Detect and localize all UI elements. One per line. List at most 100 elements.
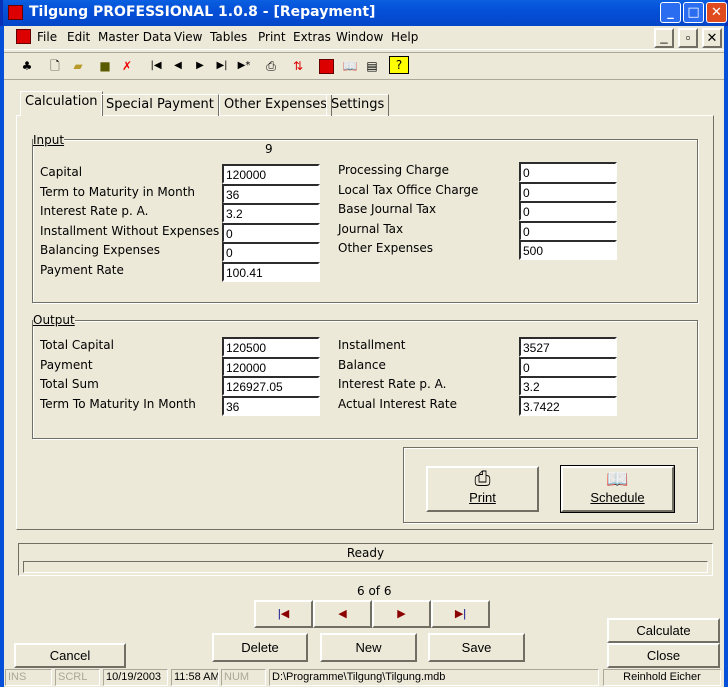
close-button[interactable]: Close	[607, 643, 720, 668]
field-label: Term To Maturity In Month	[40, 397, 196, 412]
menu-window[interactable]: Window	[336, 30, 383, 44]
field-label: Total Capital	[40, 338, 114, 352]
field-input[interactable]: 36	[222, 183, 320, 204]
open-folder-icon[interactable]: ▰	[68, 56, 88, 76]
last-record-icon[interactable]: ▶|	[212, 56, 232, 76]
field-input[interactable]: 0	[519, 201, 617, 221]
field-input[interactable]: 3.2	[222, 203, 320, 223]
new-button[interactable]: New	[320, 633, 417, 662]
status-user: Reinhold Eicher	[603, 669, 721, 686]
field-label: Interest Rate p. A.	[338, 377, 447, 392]
first-record-icon[interactable]: |◀	[146, 56, 166, 76]
help-icon[interactable]: ?	[389, 56, 409, 74]
app-logo-icon[interactable]	[319, 59, 334, 74]
delete-icon[interactable]: ✗	[117, 56, 137, 76]
schedule-button[interactable]: 📖 Schedule	[560, 465, 675, 513]
field-label: Payment Rate	[40, 262, 124, 277]
next-record-button[interactable]: ▶	[372, 600, 431, 628]
tab-calculation[interactable]: Calculation	[20, 91, 103, 116]
book-icon[interactable]: 📖	[340, 56, 360, 76]
menu-view[interactable]: View	[174, 30, 202, 44]
input-group-label: Input	[33, 133, 65, 147]
menu-extras[interactable]: Extras	[293, 30, 331, 44]
last-record-button[interactable]: ▶|	[431, 600, 490, 628]
status-panel: Ready	[18, 543, 713, 576]
field-input[interactable]: 0	[519, 356, 617, 377]
minimize-button[interactable]: _	[660, 2, 681, 23]
new-record-icon[interactable]: ▶*	[234, 56, 254, 76]
field-input[interactable]: 500	[519, 240, 617, 260]
field-input[interactable]: 0	[222, 222, 320, 243]
field-input[interactable]: 3.2	[519, 376, 617, 397]
status-scrl: SCRL	[55, 669, 100, 686]
field-input[interactable]: 0	[519, 181, 617, 202]
save-icon[interactable]: ■	[95, 56, 115, 76]
mdi-minimize-button[interactable]: _	[654, 28, 674, 48]
field-label: Balancing Expenses	[40, 243, 161, 257]
status-date: 10/19/2003	[103, 669, 168, 686]
field-label: Balance	[338, 357, 386, 372]
field-input[interactable]: 0	[519, 220, 617, 241]
calculate-button[interactable]: Calculate	[607, 618, 720, 643]
doc-icon	[16, 29, 31, 44]
tab-settings[interactable]: Settings	[326, 94, 390, 116]
user-icon[interactable]: ♣	[17, 56, 37, 76]
status-time: 11:58 AM	[171, 669, 219, 686]
window-title: Tilgung PROFESSIONAL 1.0.8 - [Repayment]	[29, 4, 376, 20]
field-input[interactable]: 0	[519, 162, 617, 182]
field-input[interactable]: 120000	[222, 356, 320, 377]
delete-button[interactable]: Delete	[212, 633, 308, 662]
field-input[interactable]: 36	[222, 396, 320, 417]
next-record-icon[interactable]: ▶	[190, 56, 210, 76]
menu-master-data[interactable]: Master Data	[98, 30, 171, 44]
close-window-button[interactable]: ✕	[706, 2, 727, 23]
menu-print[interactable]: Print	[258, 30, 286, 44]
status-num: NUM	[221, 669, 266, 686]
first-record-button[interactable]: |◀	[254, 600, 313, 628]
progress-bar	[23, 561, 708, 573]
field-input[interactable]: 126927.05	[222, 376, 320, 397]
field-label: Installment Without Expenses	[40, 223, 220, 238]
prev-record-button[interactable]: ◀	[313, 600, 372, 628]
form-icon[interactable]: ▤	[362, 56, 382, 76]
new-file-icon[interactable]: 🗋	[45, 56, 65, 76]
field-label: Interest Rate p. A.	[40, 204, 149, 218]
menu-edit[interactable]: Edit	[67, 30, 90, 44]
field-input[interactable]: 3527	[519, 337, 617, 357]
menu-help[interactable]: Help	[391, 30, 418, 44]
printer-icon[interactable]: ⎙	[261, 56, 281, 76]
field-label: Term to Maturity in Month	[40, 184, 196, 199]
field-input[interactable]: 3.7422	[519, 396, 617, 417]
field-input[interactable]: 0	[222, 242, 320, 262]
print-button[interactable]: ⎙ Print	[426, 466, 539, 512]
field-label: Base Journal Tax	[338, 202, 437, 216]
maximize-button[interactable]: □	[683, 2, 704, 23]
cancel-button[interactable]: Cancel	[14, 643, 126, 668]
field-input[interactable]: 120000	[222, 164, 320, 184]
output-group-label: Output	[33, 313, 75, 327]
field-label: Journal Tax	[338, 221, 404, 236]
field-label: Other Expenses	[338, 241, 434, 255]
field-input[interactable]: 100.41	[222, 261, 320, 282]
refresh-icon[interactable]: ⇅	[288, 56, 308, 76]
mdi-close-button[interactable]: ✕	[702, 28, 722, 48]
save-button[interactable]: Save	[428, 633, 525, 662]
tab-special-payment[interactable]: Special Payment	[101, 94, 219, 116]
printer-icon: ⎙	[474, 468, 491, 490]
app-icon	[8, 5, 23, 20]
menu-tables[interactable]: Tables	[210, 30, 247, 44]
tab-other-expenses[interactable]: Other Expenses	[219, 94, 332, 116]
field-label: Local Tax Office Charge	[338, 182, 479, 197]
menu-file[interactable]: File	[37, 30, 57, 44]
prev-record-icon[interactable]: ◀	[168, 56, 188, 76]
schedule-label: Schedule	[590, 490, 645, 505]
field-label: Processing Charge	[338, 163, 449, 177]
status-ins: INS	[5, 669, 52, 686]
field-label: Actual Interest Rate	[338, 397, 457, 412]
mdi-restore-button[interactable]: ▫	[678, 28, 698, 48]
field-label: Payment	[40, 357, 93, 372]
print-label: Print	[469, 490, 496, 505]
record-number: 9	[265, 142, 273, 156]
book-icon: 📖	[606, 469, 629, 489]
field-input[interactable]: 120500	[222, 337, 320, 357]
